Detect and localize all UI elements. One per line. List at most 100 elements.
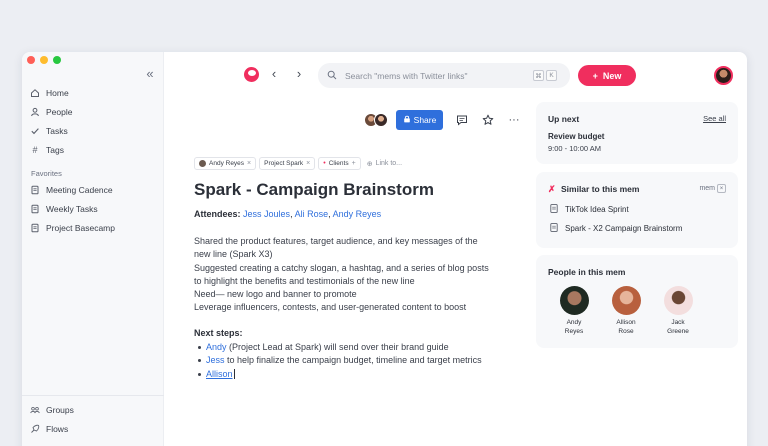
step-text: (Project Lead at Spark) will send over t…: [226, 342, 449, 352]
attendees-line: Attendees: Jess Joules, Ali Rose, Andy R…: [194, 209, 382, 219]
body-line: Suggested creating a catchy slogan, a ha…: [194, 262, 489, 273]
sidebar-item-tags[interactable]: # Tags: [30, 141, 64, 159]
user-avatar[interactable]: [714, 66, 733, 85]
person-mention[interactable]: Jess: [206, 355, 225, 365]
list-item: Jess to help finalize the campaign budge…: [198, 354, 482, 367]
tag-project-spark[interactable]: Project Spark ×: [259, 157, 316, 170]
mem-logo-icon[interactable]: [244, 67, 259, 82]
more-options-icon[interactable]: ···: [507, 113, 521, 127]
person-jack-greene[interactable]: Jack Greene: [653, 286, 703, 336]
new-button-label: New: [602, 70, 622, 81]
list-item: Andy (Project Lead at Spark) will send o…: [198, 341, 482, 354]
text-cursor: [233, 369, 235, 380]
search-icon: [327, 67, 337, 85]
remove-tag-icon[interactable]: ×: [306, 160, 310, 167]
body-line: Shared the product features, target audi…: [194, 236, 478, 246]
sidebar-item-meeting-cadence[interactable]: Meeting Cadence: [30, 181, 113, 199]
document-icon: [30, 204, 40, 214]
link-to-button[interactable]: ⊕ Link to...: [367, 160, 402, 168]
event-time: 9:00 - 10:00 AM: [548, 144, 601, 153]
doc-body[interactable]: Shared the product features, target audi…: [194, 235, 499, 315]
new-button[interactable]: + New: [578, 65, 636, 86]
document-icon: [550, 204, 558, 215]
shortcut-label: mem: [699, 185, 715, 192]
step-text: to help finalize the campaign budget, ti…: [224, 355, 482, 366]
similar-item-label: TikTok Idea Sprint: [565, 205, 629, 214]
tag-clients[interactable]: • Clients +: [318, 157, 361, 170]
similar-card: ✗ Similar to this mem mem × TikTok Idea …: [536, 172, 738, 248]
window-controls: [27, 56, 61, 64]
body-line: new line (Spark X3): [194, 249, 273, 260]
similar-icon: ✗: [548, 184, 556, 194]
sidebar-item-home[interactable]: Home: [30, 84, 69, 102]
sidebar-item-label: People: [46, 107, 73, 117]
sidebar-item-groups[interactable]: Groups: [30, 401, 74, 419]
remove-tag-icon[interactable]: ×: [247, 160, 251, 167]
share-button[interactable]: Share: [396, 109, 443, 130]
document-icon: [30, 185, 40, 195]
sidebar-item-project-basecamp[interactable]: Project Basecamp: [30, 219, 115, 237]
add-tag-icon[interactable]: +: [352, 160, 356, 167]
double-chevron-left-icon[interactable]: «: [142, 66, 158, 82]
avatar: [611, 286, 641, 315]
sidebar-item-label: Groups: [46, 405, 74, 415]
list-item: Allison: [198, 368, 482, 381]
attendee-link[interactable]: Ali Rose: [295, 209, 329, 219]
forward-chevron-icon[interactable]: ›: [292, 66, 306, 82]
attendee-link[interactable]: Andy Reyes: [333, 209, 382, 219]
search-input[interactable]: [345, 70, 525, 81]
body-line: to highlight the benefits and testimonia…: [194, 275, 415, 286]
person-mention[interactable]: Andy: [206, 342, 227, 352]
favorites-heading: Favorites: [31, 169, 62, 178]
sidebar-item-label: Meeting Cadence: [46, 185, 113, 195]
main-area: ‹ › ⌘ K + New Share: [164, 52, 747, 446]
sidebar-item-label: Tags: [46, 145, 64, 155]
sidebar-item-people[interactable]: People: [30, 103, 72, 121]
sidebar-item-label: Flows: [46, 424, 69, 434]
lock-icon: [403, 115, 411, 125]
sidebar-item-flows[interactable]: Flows: [30, 420, 68, 438]
similar-item[interactable]: TikTok Idea Sprint: [550, 204, 629, 215]
person-andy-reyes[interactable]: Andy Reyes: [549, 286, 599, 336]
sidebar-item-label: Weekly Tasks: [46, 204, 98, 214]
search-bar[interactable]: ⌘ K: [318, 63, 570, 88]
tag-andy-reyes[interactable]: Andy Reyes ×: [194, 157, 257, 170]
sidebar-divider: [22, 395, 164, 396]
page-title[interactable]: Spark - Campaign Brainstorm: [194, 180, 434, 200]
command-key: ⌘: [533, 70, 544, 81]
person-mention[interactable]: Allison: [206, 369, 233, 379]
person-icon: [30, 107, 40, 117]
body-line: Leverage influencers, contests, and user…: [194, 302, 467, 313]
see-all-link[interactable]: See all: [703, 114, 726, 123]
tag-label: Clients: [328, 160, 349, 167]
event-title[interactable]: Review budget: [548, 132, 604, 141]
comment-icon[interactable]: [455, 113, 469, 127]
sidebar-item-label: Home: [46, 88, 69, 98]
avatar: [199, 160, 206, 167]
collaborator-avatar[interactable]: [374, 112, 388, 127]
sidebar-item-label: Project Basecamp: [46, 223, 115, 233]
sidebar-item-weekly-tasks[interactable]: Weekly Tasks: [30, 200, 98, 218]
sidebar: « Home People Tasks # Tags Favorites Mee…: [22, 52, 164, 446]
sidebar-item-label: Tasks: [46, 126, 68, 136]
similar-item[interactable]: Spark - X2 Campaign Brainstorm: [550, 223, 682, 234]
person-name: Allison Rose: [616, 319, 636, 335]
next-steps-list[interactable]: Andy (Project Lead at Spark) will send o…: [198, 341, 482, 381]
person-allison-rose[interactable]: Allison Rose: [601, 286, 651, 336]
up-next-title: Up next: [548, 114, 580, 124]
search-shortcut: ⌘ K: [533, 70, 557, 81]
bullet: [198, 346, 201, 350]
close-icon[interactable]: ×: [717, 184, 726, 193]
sidebar-item-tasks[interactable]: Tasks: [30, 122, 68, 140]
bullet: [198, 372, 201, 376]
attendees-label: Attendees:: [194, 209, 241, 219]
close-window-button[interactable]: [27, 56, 35, 64]
up-next-card: Up next See all Review budget 9:00 - 10:…: [536, 102, 738, 164]
star-icon[interactable]: [481, 113, 495, 127]
tag-label: Project Spark: [264, 160, 304, 167]
attendee-link[interactable]: Jess Joules: [243, 209, 290, 219]
back-chevron-icon[interactable]: ‹: [267, 66, 281, 82]
zoom-window-button[interactable]: [53, 56, 61, 64]
minimize-window-button[interactable]: [40, 56, 48, 64]
app-window: « Home People Tasks # Tags Favorites Mee…: [22, 52, 747, 446]
